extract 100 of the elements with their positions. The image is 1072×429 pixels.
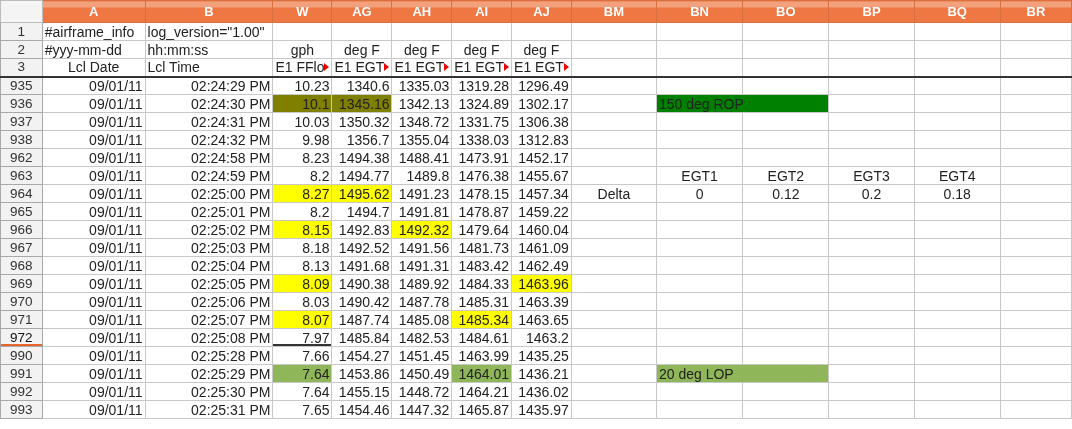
table-cell: 09/01/11 <box>42 346 146 365</box>
table-cell: 1335.03 <box>391 76 452 95</box>
table-cell: 1490.38 <box>332 274 392 293</box>
table-cell: 1464.21 <box>451 382 512 401</box>
table-cell: 0.18 <box>914 184 1001 203</box>
overflow-indicator-icon <box>324 63 330 72</box>
table-cell: 02:24:58 PM <box>145 148 273 167</box>
table-cell: E1 FFlo <box>275 59 325 76</box>
table-cell: 1494.38 <box>332 148 392 167</box>
table-cell: E1 EGT <box>394 59 445 76</box>
table-cell: 09/01/11 <box>42 274 146 293</box>
table-cell: 1484.61 <box>451 328 512 347</box>
table-cell: 1484.33 <box>451 274 512 293</box>
table-cell: 1494.77 <box>332 166 392 185</box>
table-cell: 1448.72 <box>391 382 452 401</box>
table-cell: 1331.75 <box>451 112 512 131</box>
table-cell: 1483.42 <box>451 256 512 275</box>
table-cell: EGT2 <box>742 166 829 185</box>
table-cell: 09/01/11 <box>42 310 146 329</box>
table-cell: 9.98 <box>272 130 332 149</box>
table-cell: 1485.08 <box>391 310 452 329</box>
table-cell: 1451.45 <box>391 346 452 365</box>
table-cell: 1473.91 <box>451 148 512 167</box>
table-cell: 1492.52 <box>332 238 392 257</box>
table-cell: deg F <box>451 40 512 59</box>
table-cell: 1491.56 <box>391 238 452 257</box>
table-cell: 1463.2 <box>511 328 572 347</box>
table-cell: 1485.31 <box>451 292 512 311</box>
table-cell: 1455.15 <box>332 382 392 401</box>
table-cell: EGT3 <box>828 166 915 185</box>
table-cell: 1459.22 <box>511 202 572 221</box>
table-cell: 09/01/11 <box>42 400 146 419</box>
table-cell: 0.12 <box>742 184 829 203</box>
table-cell: 0 <box>656 184 743 203</box>
table-cell: 1306.38 <box>511 112 572 131</box>
table-cell: 1494.7 <box>332 202 392 221</box>
table-cell: 1479.64 <box>451 220 512 239</box>
table-cell: 1340.6 <box>332 76 392 95</box>
table-cell: 8.03 <box>272 292 332 311</box>
overflow-indicator-icon <box>504 63 510 72</box>
table-cell: EGT4 <box>914 166 1001 185</box>
table-cell: deg F <box>332 40 392 59</box>
table-cell: 02:25:07 PM <box>145 310 273 329</box>
table-cell: 7.66 <box>272 346 332 365</box>
table-cell: 1457.34 <box>511 184 572 203</box>
table-cell: 02:25:06 PM <box>145 292 273 311</box>
table-cell: 1462.49 <box>511 256 572 275</box>
table-cell: 1324.89 <box>451 94 512 113</box>
table-cell: 1454.46 <box>332 400 392 419</box>
table-cell: 7.64 <box>272 382 332 401</box>
table-cell: 8.2 <box>272 202 332 221</box>
table-cell: 1482.53 <box>391 328 452 347</box>
table-cell: 1487.78 <box>391 292 452 311</box>
table-cell: #airframe_info <box>42 22 146 41</box>
table-cell: 1450.49 <box>391 364 452 383</box>
table-cell: 02:25:08 PM <box>145 328 273 347</box>
overflow-indicator-icon <box>563 63 569 72</box>
table-cell: 1478.15 <box>451 184 512 203</box>
table-cell: 1489.8 <box>391 166 452 185</box>
table-cell: 1447.32 <box>391 400 452 419</box>
table-cell: 02:24:29 PM <box>145 76 273 95</box>
table-cell: 09/01/11 <box>42 148 146 167</box>
table-cell: gph <box>272 40 332 59</box>
table-cell: 09/01/11 <box>42 130 146 149</box>
table-cell: 10.03 <box>272 112 332 131</box>
table-cell: 09/01/11 <box>42 184 146 203</box>
table-cell: Lcl Time <box>145 58 273 77</box>
table-cell: 02:25:28 PM <box>145 346 273 365</box>
table-cell: 1355.04 <box>391 130 452 149</box>
table-cell: 1478.87 <box>451 202 512 221</box>
overflow-indicator-icon <box>384 63 390 72</box>
table-cell: 1463.65 <box>511 310 572 329</box>
table-cell: 1476.38 <box>451 166 512 185</box>
table-cell: 1296.49 <box>511 76 572 95</box>
table-cell: 09/01/11 <box>42 238 146 257</box>
table-cell: 1465.87 <box>451 400 512 419</box>
table-cell: 1338.03 <box>451 130 512 149</box>
table-cell: 1463.39 <box>511 292 572 311</box>
table-cell: #yyy-mm-dd <box>42 40 146 59</box>
table-cell: 09/01/11 <box>42 328 146 347</box>
table-cell: 1436.02 <box>511 382 572 401</box>
table-cell: 1350.32 <box>332 112 392 131</box>
table-cell: 1453.86 <box>332 364 392 383</box>
table-cell: 02:25:02 PM <box>145 220 273 239</box>
table-cell: 1435.25 <box>511 346 572 365</box>
table-cell: 02:25:04 PM <box>145 256 273 275</box>
table-cell: 1488.41 <box>391 148 452 167</box>
table-cell: 0.2 <box>828 184 915 203</box>
table-cell: 02:25:29 PM <box>145 364 273 383</box>
table-cell: 09/01/11 <box>42 256 146 275</box>
table-cell: 1491.81 <box>391 202 452 221</box>
table-cell: 1485.84 <box>332 328 392 347</box>
table-cell: hh:mm:ss <box>145 40 273 59</box>
select-all-corner[interactable] <box>0 0 43 23</box>
table-cell: 02:24:30 PM <box>145 94 273 113</box>
table-cell: 1348.72 <box>391 112 452 131</box>
table-cell: 02:25:30 PM <box>145 382 273 401</box>
table-cell: 1487.74 <box>332 310 392 329</box>
table-cell: 1491.68 <box>332 256 392 275</box>
table-cell: E1 EGT <box>454 59 505 76</box>
